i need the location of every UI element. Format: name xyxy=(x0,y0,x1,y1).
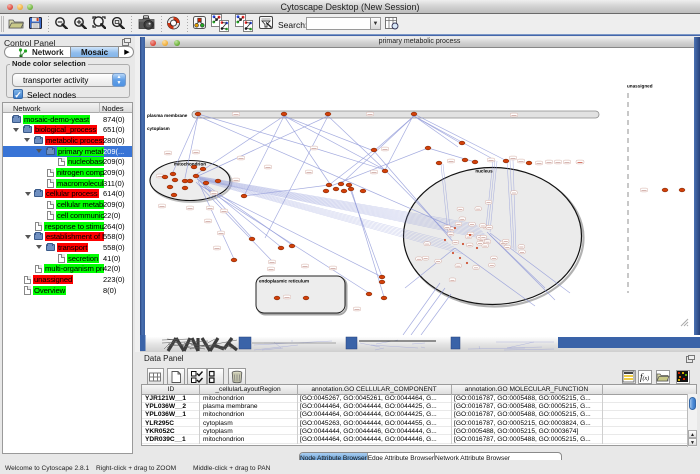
svg-text:f(x): f(x) xyxy=(640,372,649,382)
svg-text:unassigned: unassigned xyxy=(627,84,653,89)
svg-text:mitochondrion: mitochondrion xyxy=(174,162,206,167)
svg-text:endoplasmic reticulum: endoplasmic reticulum xyxy=(259,279,309,284)
svg-text:nucleus: nucleus xyxy=(475,169,493,174)
svg-text:plasma membrane: plasma membrane xyxy=(147,113,188,118)
svg-text:cytoplasm: cytoplasm xyxy=(147,126,170,131)
